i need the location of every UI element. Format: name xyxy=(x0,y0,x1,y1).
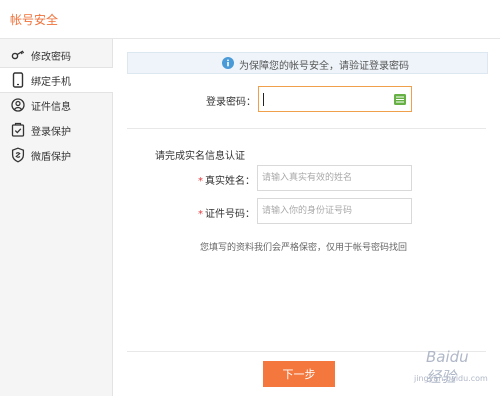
sidebar-item-change-password[interactable]: 修改密码 xyxy=(0,43,112,67)
header: 帐号安全 xyxy=(0,0,500,39)
shield-icon xyxy=(11,147,25,163)
sidebar-item-label: 修改密码 xyxy=(31,52,71,63)
password-label: 登录密码： xyxy=(206,97,256,108)
sidebar-item-login-protect[interactable]: 登录保护 xyxy=(0,118,112,142)
privacy-tip: 您填写的资料我们会严格保密，仅用于帐号密码找回 xyxy=(200,243,408,253)
notice-text: 为保障您的帐号安全，请验证登录密码 xyxy=(239,61,409,72)
security-notice: 为保障您的帐号安全，请验证登录密码 xyxy=(127,52,488,74)
idnum-input[interactable] xyxy=(257,198,412,224)
sidebar-item-label: 微盾保护 xyxy=(31,152,71,163)
info-icon xyxy=(222,57,234,69)
sidebar-item-bind-phone[interactable]: 绑定手机 xyxy=(0,67,113,93)
idnum-label-text: 证件号码： xyxy=(205,209,255,220)
watermark: Baidu 经验 jingyan.baidu.com xyxy=(400,340,488,392)
password-input[interactable] xyxy=(258,86,412,112)
required-mark: * xyxy=(198,209,203,220)
text-caret xyxy=(263,93,264,106)
sidebar: 修改密码 绑定手机 证件信息 登录保护 微盾保护 xyxy=(0,39,113,396)
sidebar-item-weidun-protect[interactable]: 微盾保护 xyxy=(0,143,112,167)
soft-keyboard-icon[interactable] xyxy=(394,94,406,105)
page-title: 帐号安全 xyxy=(10,13,59,27)
section-title: 请完成实名信息认证 xyxy=(155,151,245,162)
sidebar-item-label: 证件信息 xyxy=(31,102,71,113)
user-icon xyxy=(11,98,25,112)
realname-label-text: 真实姓名： xyxy=(205,176,255,187)
phone-icon xyxy=(12,72,24,88)
watermark-url: jingyan.baidu.com xyxy=(414,374,488,383)
next-step-button[interactable]: 下一步 xyxy=(263,361,335,387)
realname-input[interactable] xyxy=(257,165,412,191)
lock-shield-icon xyxy=(11,122,25,137)
required-mark: * xyxy=(198,176,203,187)
realname-label: * 真实姓名： xyxy=(198,172,255,187)
idnum-label: * 证件号码： xyxy=(198,205,255,220)
section-divider xyxy=(127,128,486,129)
key-icon xyxy=(11,50,25,60)
sidebar-item-id-info[interactable]: 证件信息 xyxy=(0,93,112,117)
sidebar-item-label: 绑定手机 xyxy=(31,77,71,88)
sidebar-item-label: 登录保护 xyxy=(31,127,71,138)
